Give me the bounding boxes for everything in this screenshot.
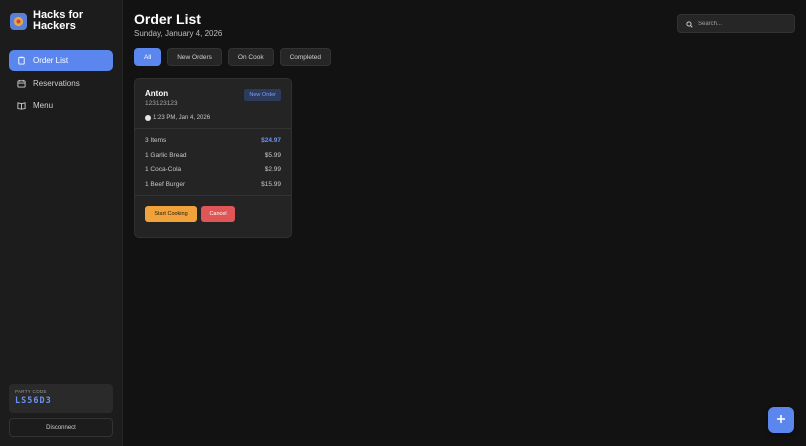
tab-all[interactable]: All (134, 48, 162, 66)
sidebar: Hacks for Hackers Order List Reservation… (0, 0, 123, 446)
order-id: 123123123 (145, 100, 178, 107)
filter-tabs: All New Orders On Cook Completed (134, 48, 332, 66)
cancel-button[interactable]: Cancel (201, 205, 235, 222)
order-summary: 3 Items $24.97 (145, 137, 281, 144)
brand: Hacks for Hackers (10, 10, 93, 32)
clock-icon (145, 115, 151, 121)
tab-on-cook[interactable]: On Cook (227, 48, 274, 66)
sidebar-item-label: Order List (33, 56, 69, 65)
start-cooking-button[interactable]: Start Cooking (145, 205, 197, 222)
order-card: Anton 123123123 New Order 1:23 PM, Jan 4… (134, 78, 292, 238)
divider (135, 194, 291, 196)
sidebar-nav: Order List Reservations Menu (9, 50, 113, 118)
plus-icon (776, 411, 786, 429)
sidebar-item-label: Menu (33, 101, 54, 110)
brand-name: Hacks for Hackers (33, 9, 84, 32)
disconnect-button[interactable]: Disconnect (9, 418, 113, 437)
party-code-panel: PARTY CODE LS56D3 (9, 384, 113, 413)
book-icon (17, 101, 26, 110)
party-code: LS56D3 (15, 396, 52, 406)
party-code-label: PARTY CODE (15, 389, 47, 394)
item-label: 1 Garlic Bread (145, 151, 187, 159)
restaurant-icon (10, 12, 27, 30)
order-total: $24.97 (261, 137, 281, 144)
order-actions: Start Cooking Cancel (145, 205, 281, 222)
item-count: 3 Items (145, 137, 167, 144)
item-label: 1 Beef Burger (145, 180, 186, 188)
tab-completed[interactable]: Completed (279, 48, 332, 66)
item-price: $5.99 (264, 151, 281, 159)
calendar-icon (17, 79, 26, 88)
sidebar-item-label: Reservations (33, 78, 80, 88)
tab-new-orders[interactable]: New Orders (167, 48, 222, 66)
add-order-button[interactable] (768, 407, 794, 433)
item-label: 1 Coca-Cola (145, 166, 182, 173)
page-date: Sunday, January 4, 2026 (134, 29, 223, 38)
search-icon (686, 15, 693, 33)
list-item: 1 Garlic Bread $5.99 (145, 152, 281, 159)
order-time: 1:23 PM, Jan 4, 2026 (145, 115, 281, 121)
sidebar-item-reservations[interactable]: Reservations (9, 73, 113, 94)
page-title: Order List (134, 11, 201, 27)
sidebar-item-order-list[interactable]: Order List (9, 50, 113, 71)
status-badge: New Order (244, 89, 281, 101)
sidebar-item-menu[interactable]: Menu (9, 95, 113, 116)
divider (135, 128, 291, 129)
order-time-text: 1:23 PM, Jan 4, 2026 (153, 115, 211, 121)
list-item: 1 Beef Burger $15.99 (145, 181, 281, 188)
item-price: $2.99 (264, 166, 281, 173)
search-input[interactable] (698, 20, 788, 27)
item-price: $15.99 (261, 180, 281, 188)
search-bar[interactable] (677, 14, 795, 33)
list-item: 1 Coca-Cola $2.99 (145, 166, 281, 173)
clipboard-icon (17, 56, 26, 65)
